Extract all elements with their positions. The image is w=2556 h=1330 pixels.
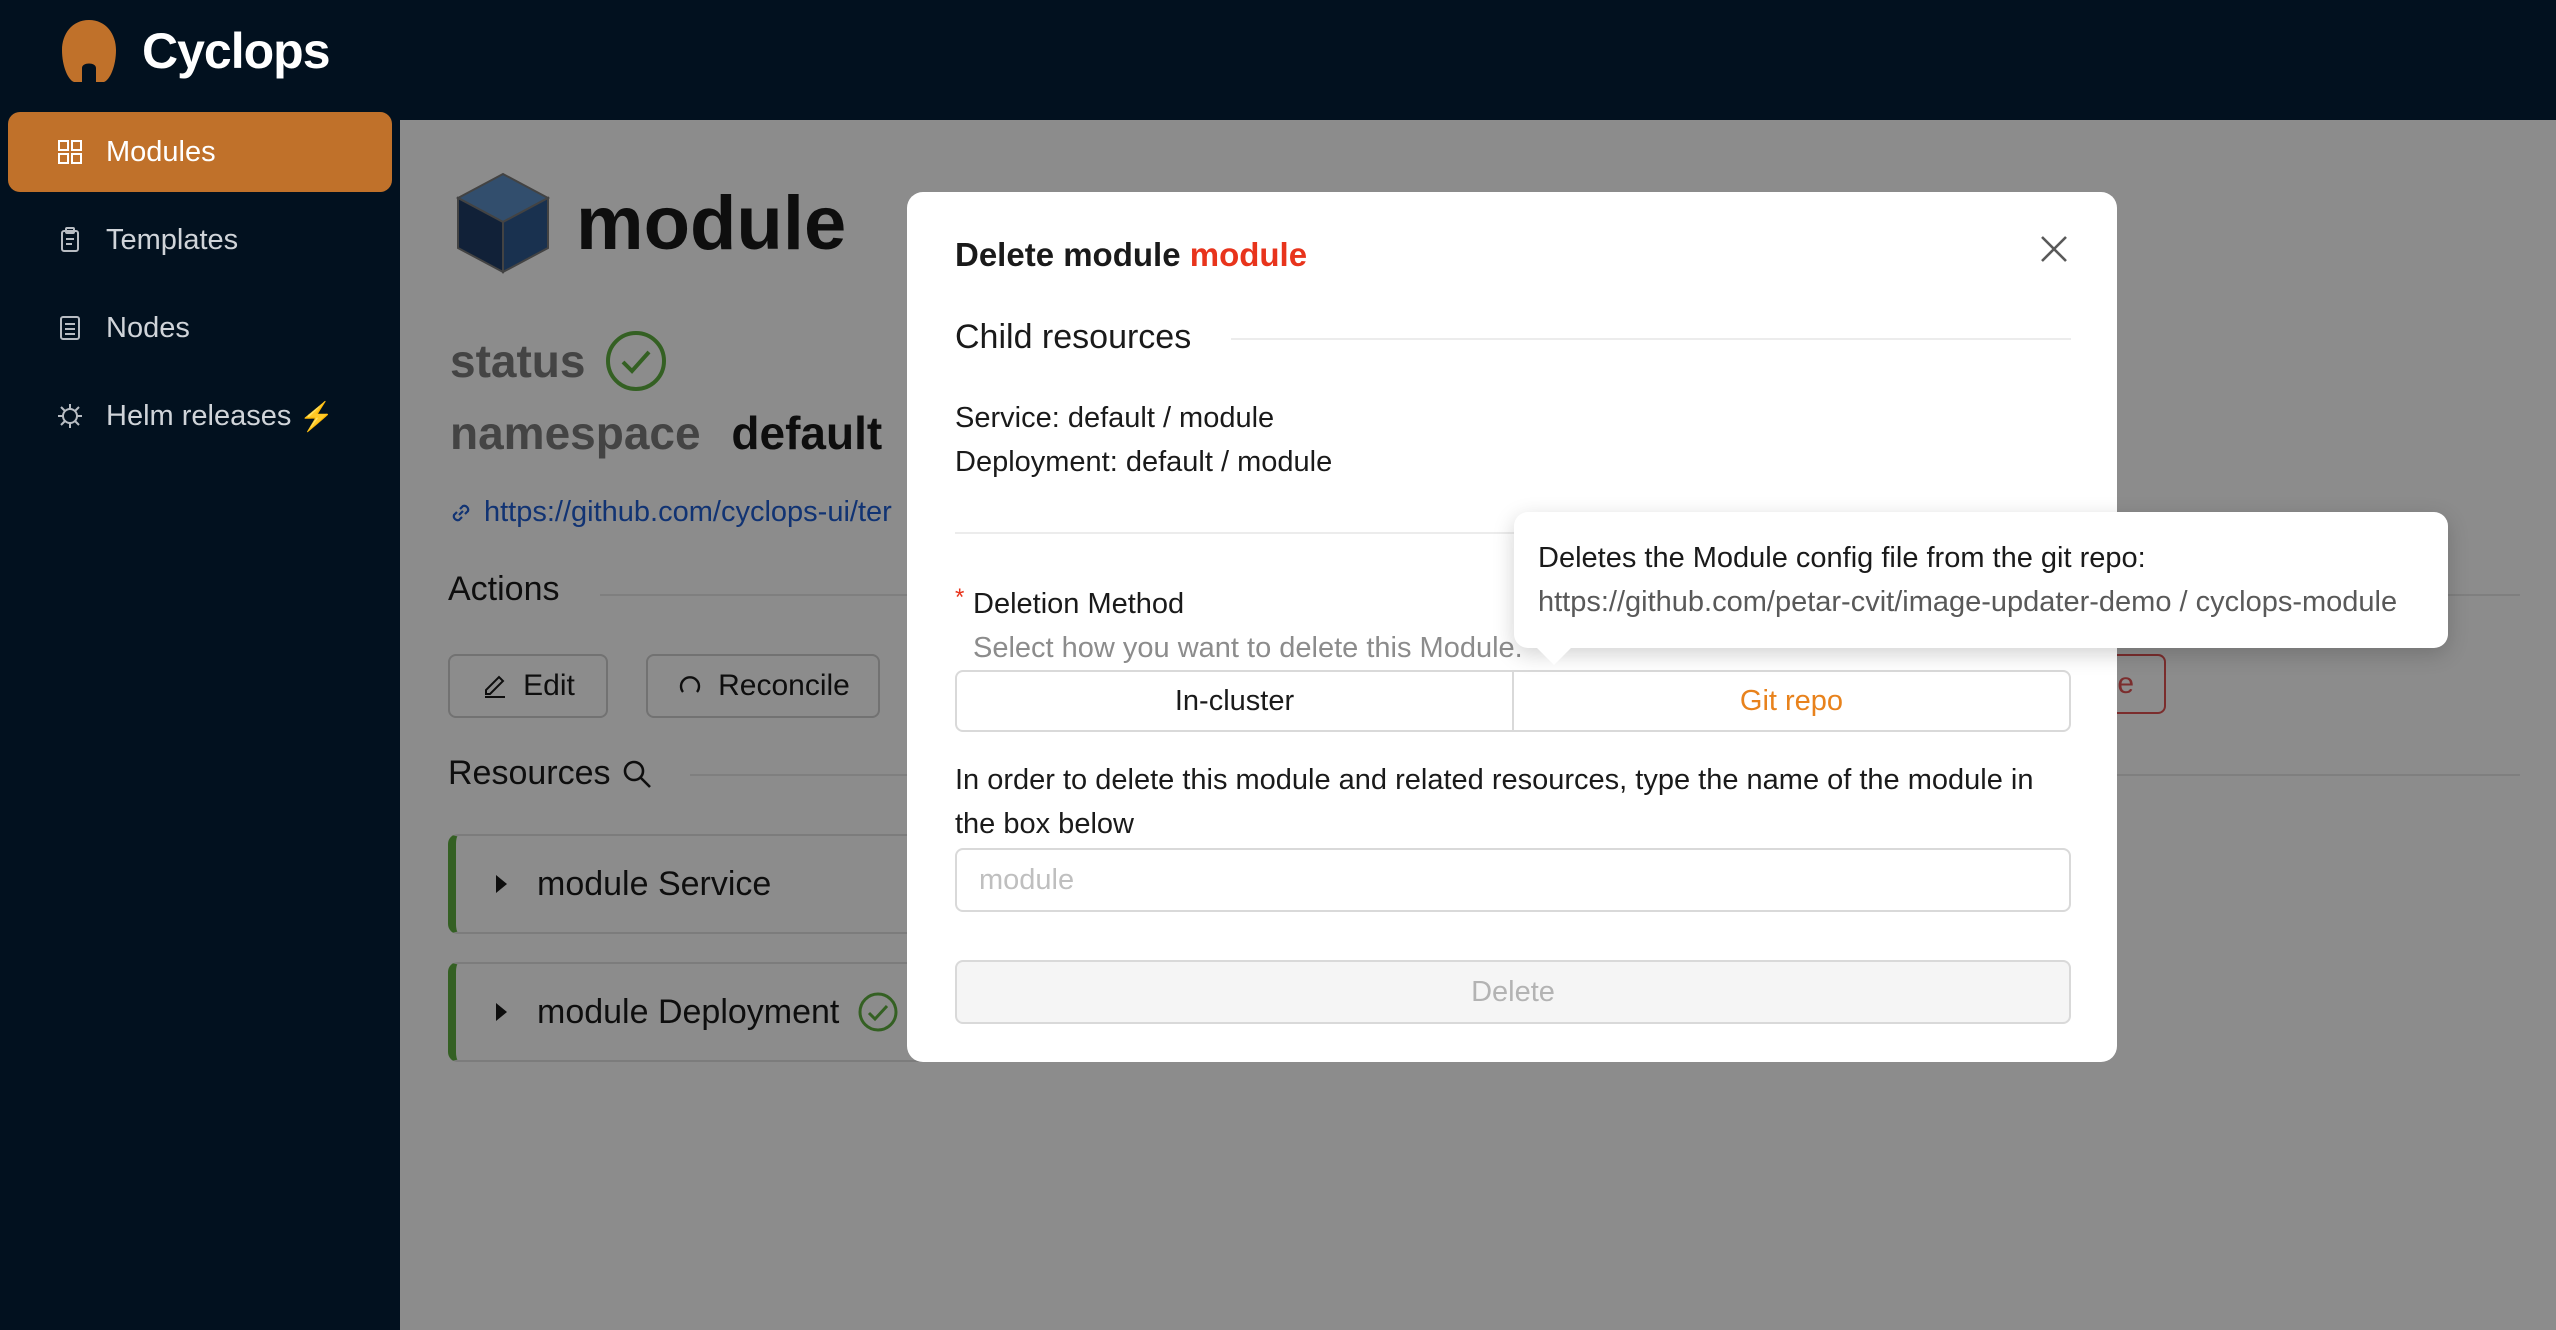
sidebar-item-label: Helm releases: [106, 399, 292, 432]
app-logo[interactable]: Cyclops: [60, 18, 331, 84]
option-git-repo[interactable]: Git repo: [1512, 672, 2069, 730]
sidebar-item-nodes[interactable]: Nodes: [8, 288, 392, 368]
templates-icon: [61, 227, 79, 252]
app-name: Cyclops: [142, 23, 331, 79]
deletion-method-selector: In-cluster Git repo: [955, 670, 2071, 732]
confirm-module-name-input[interactable]: [955, 848, 2071, 912]
sidebar-item-label: Nodes: [106, 311, 190, 344]
confirm-instructions: In order to delete this module and relat…: [955, 764, 2034, 840]
deletion-method-help: Select how you want to delete this Modul…: [973, 632, 1523, 664]
deletion-method-label: Deletion Method: [973, 588, 1185, 620]
dialog-title-module: module: [1189, 236, 1308, 273]
child-resources-heading: Child resources: [955, 318, 1192, 356]
tooltip-line-2: https://github.com/petar-cvit/image-upda…: [1538, 586, 2398, 618]
sidebar-item-label: Modules: [106, 135, 216, 168]
nodes-icon: [60, 316, 80, 340]
top-header: Cyclops: [0, 0, 2556, 120]
git-repo-tooltip: Deletes the Module config file from the …: [1514, 512, 2448, 665]
cyclops-logo-icon: [62, 20, 116, 82]
required-marker: *: [955, 584, 965, 611]
tooltip-line-1: Deletes the Module config file from the …: [1538, 542, 2146, 574]
dialog-title: Delete module module: [955, 236, 1307, 274]
child-resource-deployment: Deployment: default / module: [955, 446, 1333, 478]
child-resources-divider: [1231, 338, 2071, 340]
helm-icon: [58, 404, 82, 428]
sidebar-item-templates[interactable]: Templates: [8, 200, 392, 280]
delete-button[interactable]: Delete: [955, 960, 2071, 1024]
child-resource-service: Service: default / module: [955, 402, 1275, 434]
sidebar-item-modules[interactable]: Modules: [8, 112, 392, 192]
sidebar-item-label: Templates: [106, 223, 239, 256]
modules-icon: [58, 140, 82, 164]
sidebar-item-helm-releases[interactable]: Helm releases ⚡: [8, 376, 392, 456]
dialog-title-prefix: Delete module: [955, 236, 1181, 273]
lightning-icon: ⚡: [299, 400, 335, 432]
close-icon[interactable]: [2037, 232, 2071, 266]
sidebar: Modules Templates Nodes Helm releases ⚡: [0, 112, 400, 1330]
option-in-cluster[interactable]: In-cluster: [957, 672, 1512, 730]
